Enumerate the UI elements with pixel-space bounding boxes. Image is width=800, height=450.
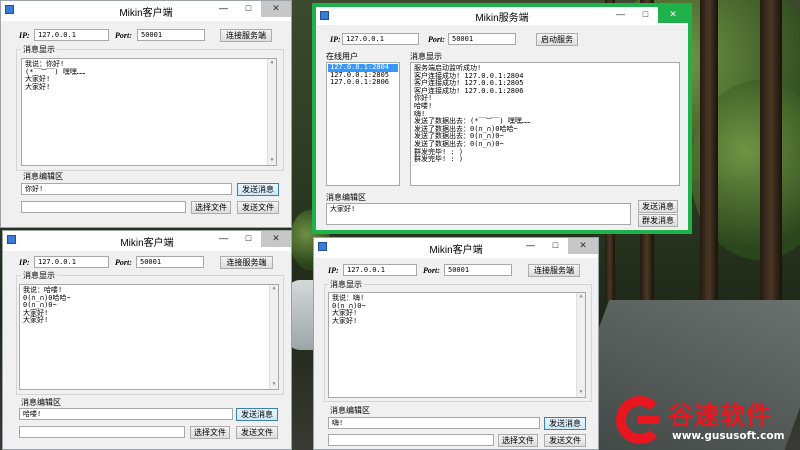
client-window-2: Mikin客户端 — □ ✕ IP: 127.0.0.1 Port: 50001… bbox=[2, 230, 292, 450]
titlebar[interactable]: Mikin客户端 — □ ✕ bbox=[314, 238, 598, 258]
message-line: 你好! bbox=[414, 94, 433, 103]
ip-input[interactable]: 127.0.0.1 bbox=[34, 29, 109, 41]
message-input[interactable]: 大家好! bbox=[326, 203, 631, 225]
port-label: Port: bbox=[423, 266, 440, 275]
maximize-button[interactable]: □ bbox=[236, 231, 261, 247]
client-window-1: Mikin客户端 — □ ✕ IP: 127.0.0.1 Port: 50001… bbox=[0, 0, 292, 228]
ip-input[interactable]: 127.0.0.1 bbox=[342, 33, 419, 45]
message-line: 群发完毕! : ) bbox=[414, 155, 464, 164]
scrollbar[interactable]: ▲ ▼ bbox=[269, 285, 278, 389]
port-input[interactable]: 50001 bbox=[136, 256, 204, 268]
message-line: 哈喽! bbox=[414, 101, 433, 110]
choose-file-button[interactable]: 选择文件 bbox=[498, 434, 538, 447]
maximize-button[interactable]: □ bbox=[543, 238, 568, 254]
ip-label: IP: bbox=[330, 35, 341, 44]
close-button[interactable]: ✕ bbox=[658, 7, 688, 23]
port-label: Port: bbox=[115, 31, 132, 40]
titlebar[interactable]: Mikin客户端 — □ ✕ bbox=[1, 1, 291, 21]
send-file-button[interactable]: 发送文件 bbox=[544, 434, 586, 447]
input-text: 大家好! bbox=[330, 205, 356, 213]
port-label: Port: bbox=[428, 35, 445, 44]
message-line: 大家好! bbox=[25, 82, 51, 91]
message-display[interactable]: 我说：哈喽! 0(∩_∩)0哈哈~ 0(∩_∩)0~ 大家好! 大家好! ▲ ▼ bbox=[19, 284, 279, 390]
brand-name: 谷速软件 bbox=[668, 401, 773, 430]
server-window: Mikin服务端 — □ ✕ IP: 127.0.0.1 Port: 50001… bbox=[312, 3, 692, 234]
message-line: 大家好! bbox=[332, 309, 358, 318]
close-button[interactable]: ✕ bbox=[568, 238, 598, 254]
port-input[interactable]: 50001 bbox=[137, 29, 205, 41]
choose-file-button[interactable]: 选择文件 bbox=[191, 201, 231, 214]
edit-group-title: 消息编辑区 bbox=[21, 171, 65, 182]
message-line: 0(∩_∩)0哈哈~ bbox=[23, 293, 71, 302]
client-window-3: Mikin客户端 — □ ✕ IP: 127.0.0.1 Port: 50001… bbox=[313, 237, 599, 450]
scrollbar[interactable]: ▲ ▼ bbox=[576, 293, 585, 397]
choose-file-button[interactable]: 选择文件 bbox=[190, 426, 230, 439]
scrollbar[interactable]: ▲ ▼ bbox=[267, 59, 276, 165]
send-message-button[interactable]: 发送消息 bbox=[544, 417, 586, 430]
online-users-list[interactable]: 127.0.0.1:2804 127.0.0.1:2805 127.0.0.1:… bbox=[326, 62, 400, 186]
send-message-button[interactable]: 发送消息 bbox=[236, 408, 278, 421]
message-line: 0(∩_∩)0~ bbox=[23, 301, 57, 310]
message-line: 大家好! bbox=[23, 308, 49, 317]
port-input[interactable]: 50001 bbox=[448, 33, 516, 45]
brand-url: www.gususoft.com bbox=[672, 430, 785, 442]
file-path-input[interactable] bbox=[19, 426, 185, 438]
minimize-button[interactable]: — bbox=[211, 1, 236, 17]
minimize-button[interactable]: — bbox=[518, 238, 543, 254]
port-input[interactable]: 50001 bbox=[444, 264, 512, 276]
message-line: 大家好! bbox=[25, 75, 51, 84]
connect-server-button[interactable]: 连接服务端 bbox=[220, 256, 273, 269]
titlebar[interactable]: Mikin客户端 — □ ✕ bbox=[3, 231, 291, 251]
edit-group-title: 消息编辑区 bbox=[19, 397, 63, 408]
ip-label: IP: bbox=[19, 258, 30, 267]
file-path-input[interactable] bbox=[328, 434, 494, 446]
message-input[interactable]: 你好! bbox=[21, 183, 232, 195]
messages-group-title: 消息显示 bbox=[410, 52, 442, 61]
message-line: 大家好! bbox=[23, 316, 49, 325]
close-button[interactable]: ✕ bbox=[261, 231, 291, 247]
list-item[interactable]: 127.0.0.1:2806 bbox=[328, 78, 398, 87]
message-line: 我说：嗨! bbox=[332, 294, 365, 302]
gususoft-logo: 谷速软件 www.gususoft.com bbox=[616, 394, 800, 450]
online-users-title: 在线用户 bbox=[326, 52, 358, 61]
message-line: (*￣︶￣) 嘿嘿…… bbox=[25, 67, 86, 76]
broadcast-message-button[interactable]: 群发消息 bbox=[638, 214, 678, 227]
message-line: 0(∩_∩)0~ bbox=[332, 301, 366, 310]
messages-group-title: 消息显示 bbox=[21, 270, 57, 281]
minimize-button[interactable]: — bbox=[608, 7, 633, 23]
message-display[interactable]: 我说：你好! (*￣︶￣) 嘿嘿…… 大家好! 大家好! ▲ ▼ bbox=[21, 58, 277, 166]
close-button[interactable]: ✕ bbox=[261, 1, 291, 17]
maximize-button[interactable]: □ bbox=[236, 1, 261, 17]
edit-group-title: 消息编辑区 bbox=[328, 405, 372, 416]
message-line: 客户连接成功! 127.0.0.1:2806 bbox=[414, 86, 524, 95]
titlebar[interactable]: Mikin服务端 — □ ✕ bbox=[316, 7, 688, 25]
minimize-button[interactable]: — bbox=[211, 231, 236, 247]
message-line: 大家好! bbox=[332, 316, 358, 325]
send-file-button[interactable]: 发送文件 bbox=[237, 201, 279, 214]
ip-label: IP: bbox=[19, 31, 30, 40]
messages-group-title: 消息显示 bbox=[21, 44, 57, 55]
message-display[interactable]: 服务端启动监听成功! 客户连接成功! 127.0.0.1:2804 客户连接成功… bbox=[410, 62, 680, 186]
ip-label: IP: bbox=[328, 266, 339, 275]
ip-input[interactable]: 127.0.0.1 bbox=[343, 264, 417, 276]
message-input[interactable]: 嗨! bbox=[328, 417, 540, 429]
message-input[interactable]: 哈喽! bbox=[19, 408, 233, 420]
file-path-input[interactable] bbox=[21, 201, 186, 213]
send-message-button[interactable]: 发送消息 bbox=[638, 200, 678, 213]
connect-server-button[interactable]: 连接服务端 bbox=[528, 264, 580, 277]
edit-group-title: 消息编辑区 bbox=[326, 193, 366, 202]
message-display[interactable]: 我说：嗨! 0(∩_∩)0~ 大家好! 大家好! ▲ ▼ bbox=[328, 292, 586, 398]
port-label: Port: bbox=[115, 258, 132, 267]
send-file-button[interactable]: 发送文件 bbox=[236, 426, 278, 439]
maximize-button[interactable]: □ bbox=[633, 7, 658, 23]
start-service-button[interactable]: 启动服务 bbox=[536, 33, 578, 46]
messages-group-title: 消息显示 bbox=[328, 279, 364, 290]
connect-server-button[interactable]: 连接服务端 bbox=[220, 29, 272, 42]
send-message-button[interactable]: 发送消息 bbox=[237, 183, 279, 196]
ip-input[interactable]: 127.0.0.1 bbox=[34, 256, 109, 268]
